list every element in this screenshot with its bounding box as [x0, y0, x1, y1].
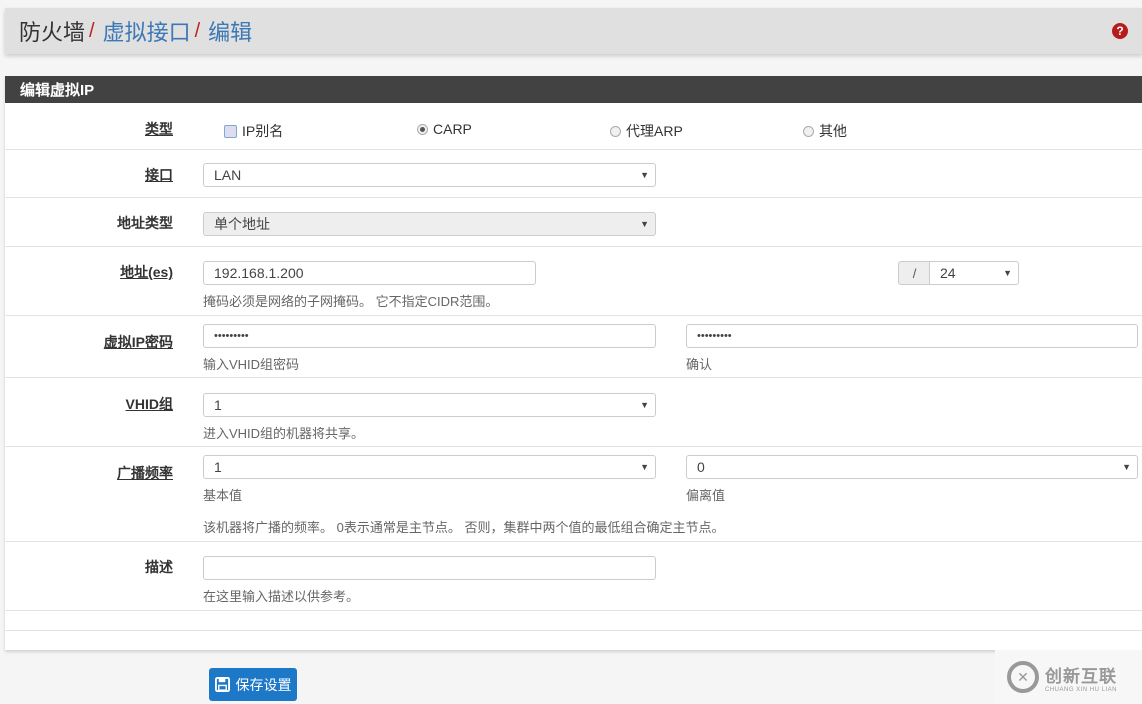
- interface-select[interactable]: LAN ▼: [203, 163, 656, 187]
- edit-virtual-ip-panel: 编辑虚拟IP 类型 IP别名 CARP 代理ARP 其他 接口 LAN ▼ 地址…: [5, 76, 1142, 650]
- interface-label: 接口: [145, 167, 173, 183]
- advertising-base-value: 1: [214, 459, 222, 475]
- radio-carp[interactable]: CARP: [417, 121, 472, 137]
- vhid-value: 1: [214, 397, 222, 413]
- mask-select[interactable]: 24 ▼: [929, 261, 1019, 285]
- address-type-label: 地址类型: [117, 215, 173, 231]
- description-hint: 在这里输入描述以供参考。: [203, 589, 360, 604]
- caret-down-icon: ▼: [1122, 462, 1131, 472]
- breadcrumb-edit[interactable]: 编辑: [208, 15, 252, 47]
- breadcrumb-separator: /: [194, 19, 201, 42]
- watermark-en: CHUANG XIN HU LIAN: [1045, 686, 1118, 693]
- radio-label: 其他: [819, 123, 847, 139]
- advertising-skew-value: 0: [697, 459, 705, 475]
- password-input[interactable]: •••••••••: [203, 324, 656, 348]
- advertising-base-select[interactable]: 1 ▼: [203, 455, 656, 479]
- caret-down-icon: ▼: [640, 170, 649, 180]
- password-confirm-input[interactable]: •••••••••: [686, 324, 1138, 348]
- vhid-select[interactable]: 1 ▼: [203, 393, 656, 417]
- radio-label: IP别名: [242, 123, 284, 139]
- address-type-select[interactable]: 单个地址 ▼: [203, 212, 656, 236]
- page-header: 防火墙 / 虚拟接口 / 编辑 ?: [5, 8, 1142, 54]
- address-row: 地址(es) 192.168.1.200 掩码必须是网络的子网掩码。 它不指定C…: [5, 247, 1142, 316]
- interface-value: LAN: [214, 167, 242, 183]
- type-row: 类型 IP别名 CARP 代理ARP 其他: [5, 103, 1142, 150]
- description-row: 描述 在这里输入描述以供参考。: [5, 542, 1142, 611]
- address-input[interactable]: 192.168.1.200: [203, 261, 536, 285]
- radio-icon: [417, 123, 428, 135]
- advertising-skew-hint: 偏离值: [686, 488, 726, 503]
- advertising-hint: 该机器将广播的频率。 0表示通常是主节点。 否则，集群中两个值的最低组合确定主节…: [203, 520, 725, 535]
- caret-down-icon: ▼: [640, 400, 649, 410]
- save-button-label: 保存设置: [235, 676, 292, 693]
- watermark-cn: 创新互联: [1045, 666, 1117, 686]
- password-hint: 输入VHID组密码: [203, 357, 300, 372]
- password-row: 虚拟IP密码 ••••••••• 输入VHID组密码 ••••••••• 确认: [5, 316, 1142, 378]
- vhid-hint: 进入VHID组的机器将共享。: [203, 426, 365, 441]
- address-type-row: 地址类型 单个地址 ▼: [5, 198, 1142, 247]
- radio-icon: [610, 125, 621, 137]
- advertising-label: 广播频率: [117, 465, 173, 481]
- logo-icon: ✕: [1007, 661, 1039, 693]
- description-label: 描述: [145, 559, 173, 575]
- caret-down-icon: ▼: [640, 219, 649, 229]
- advertising-skew-select[interactable]: 0 ▼: [686, 455, 1138, 479]
- mask-separator: /: [898, 261, 930, 285]
- radio-label: CARP: [433, 121, 472, 137]
- radio-proxy-arp[interactable]: 代理ARP: [610, 121, 683, 141]
- interface-row: 接口 LAN ▼: [5, 150, 1142, 198]
- address-label: 地址(es): [120, 264, 173, 280]
- radio-other[interactable]: 其他: [803, 121, 847, 141]
- help-icon[interactable]: ?: [1112, 23, 1128, 39]
- password-confirm-hint: 确认: [686, 357, 713, 372]
- address-value: 192.168.1.200: [214, 265, 304, 281]
- type-label: 类型: [145, 121, 173, 137]
- address-type-value: 单个地址: [214, 216, 270, 232]
- radio-icon: [803, 125, 814, 137]
- radio-icon: [224, 124, 237, 138]
- address-hint: 掩码必须是网络的子网掩码。 它不指定CIDR范围。: [203, 294, 499, 309]
- breadcrumb-virtual-ips[interactable]: 虚拟接口: [103, 15, 191, 47]
- radio-ip-alias[interactable]: IP别名: [224, 121, 283, 141]
- mask-value: 24: [940, 265, 956, 281]
- caret-down-icon: ▼: [1003, 268, 1012, 278]
- advertising-row: 广播频率 1 ▼ 基本值 0 ▼ 偏离值 该机器将广播的频率。 0表示通常是主节…: [5, 447, 1142, 542]
- password-confirm-value: •••••••••: [697, 330, 732, 342]
- password-value: •••••••••: [214, 330, 249, 342]
- advertising-base-hint: 基本值: [203, 488, 243, 503]
- save-icon: [214, 677, 230, 692]
- breadcrumb-firewall[interactable]: 防火墙: [19, 15, 85, 47]
- caret-down-icon: ▼: [640, 462, 649, 472]
- breadcrumb-separator: /: [89, 19, 95, 42]
- vhid-label: VHID组: [125, 396, 173, 412]
- radio-label: 代理ARP: [626, 123, 683, 139]
- save-button[interactable]: 保存设置: [209, 668, 297, 701]
- password-label: 虚拟IP密码: [103, 334, 173, 350]
- panel-title: 编辑虚拟IP: [5, 76, 1142, 103]
- vhid-row: VHID组 1 ▼ 进入VHID组的机器将共享。: [5, 378, 1142, 447]
- description-input[interactable]: [203, 556, 656, 580]
- watermark-logo: ✕ 创新互联 CHUANG XIN HU LIAN: [995, 650, 1142, 704]
- spacer-row: [5, 611, 1142, 631]
